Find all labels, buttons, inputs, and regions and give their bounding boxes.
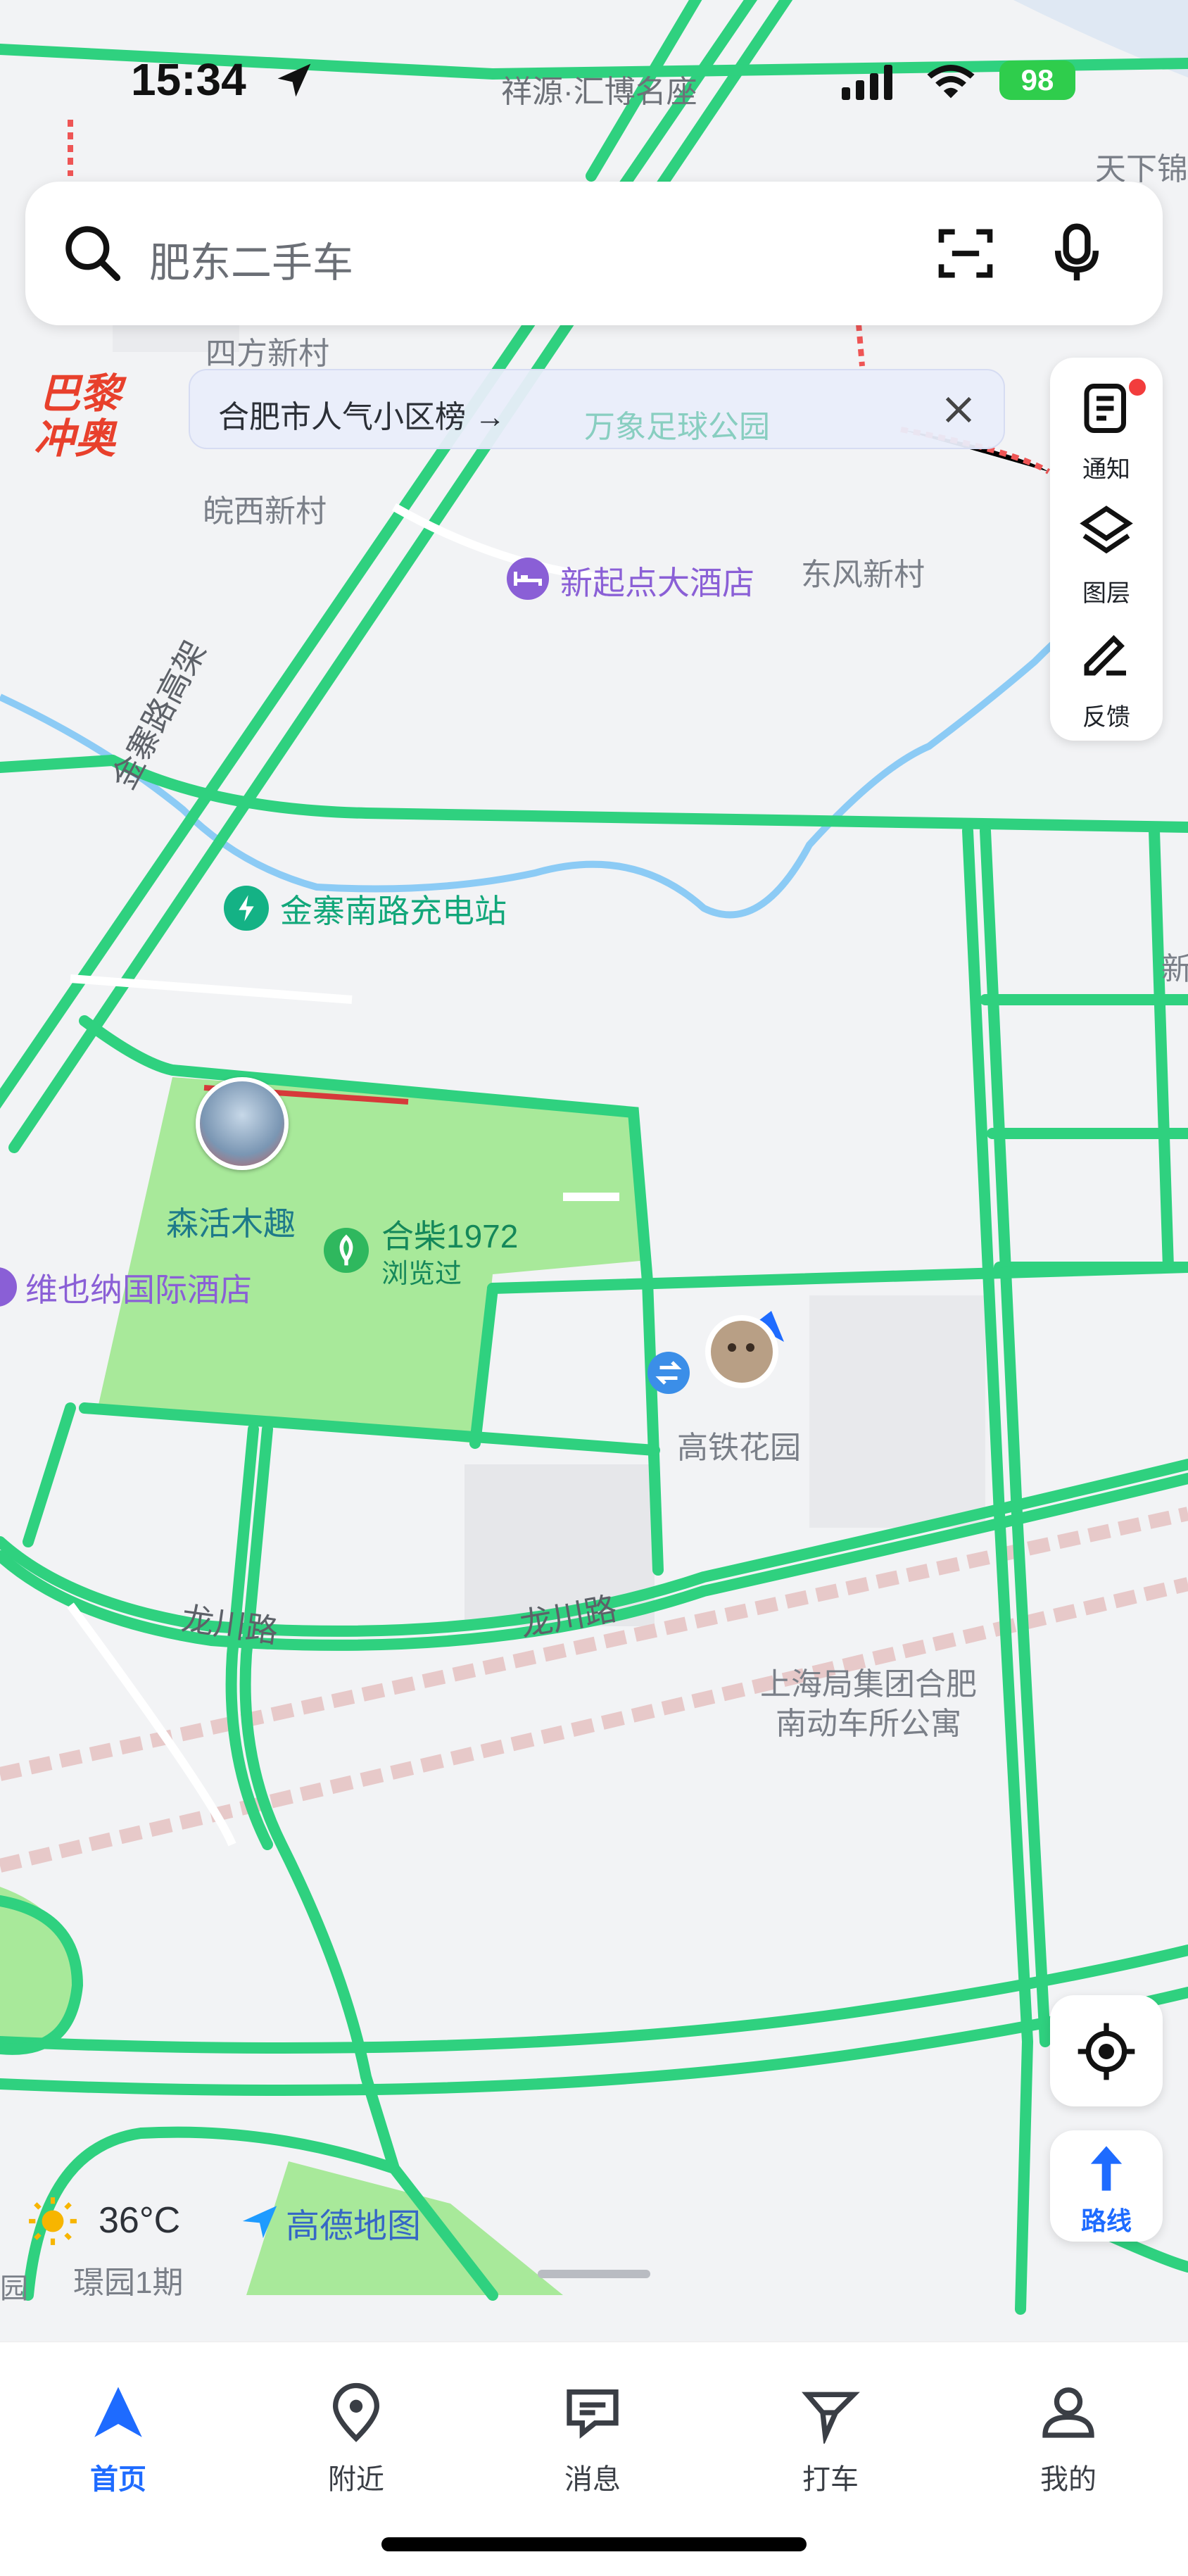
- badge-line-2: 冲奥: [34, 416, 116, 462]
- notify-label: 通知: [1082, 456, 1130, 483]
- amap-logo-icon: [239, 2201, 280, 2245]
- user-icon: [1037, 2380, 1099, 2447]
- close-icon[interactable]: [939, 390, 978, 433]
- tab-messages[interactable]: 消息: [522, 2363, 663, 2504]
- edit-icon: [1077, 624, 1136, 686]
- tab-label: 消息: [564, 2464, 621, 2495]
- photo-marker-senhuo[interactable]: [196, 1077, 289, 1170]
- poi-label: 维也纳国际酒店: [25, 1271, 252, 1308]
- search-input[interactable]: 肥东二手车: [149, 230, 353, 289]
- message-icon: [562, 2382, 624, 2447]
- tab-mine[interactable]: 我的: [998, 2363, 1139, 2504]
- search-bar[interactable]: 肥东二手车: [25, 182, 1163, 325]
- location-arrow-icon: [274, 61, 314, 103]
- map-label-wanxi[interactable]: 皖西新村: [203, 486, 327, 531]
- route-button[interactable]: 路线: [1050, 2130, 1163, 2242]
- feedback-button[interactable]: 反馈: [1050, 620, 1163, 741]
- notification-dot: [1129, 379, 1146, 396]
- layers-label: 图层: [1082, 580, 1130, 607]
- sheet-handle[interactable]: [538, 2270, 650, 2278]
- feedback-label: 反馈: [1082, 704, 1130, 731]
- banner-behind-label: 万象足球公园: [584, 410, 770, 444]
- layers-icon: [1075, 501, 1137, 564]
- weather-temp[interactable]: 36°C: [99, 2199, 180, 2242]
- map-label-top-place: 祥源·汇博名座: [501, 75, 697, 109]
- tab-label: 附近: [328, 2464, 384, 2495]
- home-indicator[interactable]: [381, 2537, 807, 2551]
- hotel-icon: [507, 558, 549, 600]
- search-icon: [61, 221, 125, 289]
- tab-home[interactable]: 首页: [48, 2363, 189, 2504]
- map-side-panel: 通知 图层 反馈: [1050, 358, 1163, 741]
- map-label-xin-edge[interactable]: 新: [1161, 943, 1188, 988]
- signal-icon: [842, 65, 898, 103]
- poi-label: 合柴1972: [381, 1218, 519, 1255]
- sun-icon: [27, 2195, 79, 2251]
- poi-label: 新起点大酒店: [560, 565, 754, 601]
- transfer-icon[interactable]: [647, 1352, 690, 1394]
- poi-sublabel: 浏览过: [381, 1259, 462, 1289]
- map-label-shanghai-ju[interactable]: 上海局集团合肥: [760, 1659, 977, 1704]
- tab-label: 我的: [1040, 2464, 1097, 2495]
- microphone-icon[interactable]: [1044, 220, 1109, 291]
- map-label-shanghai-ju-2[interactable]: 南动车所公寓: [776, 1698, 961, 1743]
- banner-text[interactable]: 合肥市人气小区榜 →: [218, 391, 505, 436]
- locate-button[interactable]: [1050, 1995, 1163, 2106]
- park-icon: [324, 1228, 369, 1273]
- battery-level: 98: [1020, 63, 1054, 96]
- tab-nearby[interactable]: 附近: [286, 2363, 426, 2504]
- map-label-senhuo[interactable]: 森活木趣: [166, 1198, 296, 1245]
- battery-icon: 98: [999, 61, 1075, 100]
- status-time: 15:34: [131, 54, 246, 105]
- navigation-arrow-icon: [87, 2382, 150, 2449]
- charging-icon: [224, 886, 269, 931]
- poi-label: 金寨南路充电站: [280, 893, 507, 929]
- map-label-dongfeng[interactable]: 东风新村: [801, 549, 925, 594]
- ranking-banner[interactable]: 合肥市人气小区榜 → 万象足球公园: [189, 369, 1005, 449]
- map-label-sifang[interactable]: 四方新村: [206, 328, 329, 373]
- my-location-avatar[interactable]: [704, 1309, 785, 1391]
- tab-taxi[interactable]: 打车: [760, 2363, 901, 2504]
- notify-button[interactable]: 通知: [1050, 372, 1163, 493]
- route-arrow-icon: [1080, 2142, 1133, 2199]
- location-pin-icon: [325, 2380, 387, 2449]
- scan-icon[interactable]: [933, 221, 998, 289]
- tab-label: 打车: [802, 2464, 859, 2495]
- map-label-jingyuan[interactable]: 璟园1期: [73, 2257, 183, 2302]
- map-label-gaotie[interactable]: 高铁花园: [677, 1422, 801, 1467]
- paris-olympics-badge[interactable]: 巴黎 冲奥: [32, 360, 138, 462]
- status-bar: 15:34 祥源·汇博名座 98: [0, 0, 1188, 162]
- brand-label: 高德地图: [286, 2208, 422, 2245]
- map-label-yuan-edge[interactable]: 园: [0, 2266, 28, 2306]
- layers-button[interactable]: 图层: [1050, 496, 1163, 617]
- wifi-icon: [926, 62, 975, 105]
- taxi-flag-icon: [800, 2382, 861, 2447]
- route-label: 路线: [1080, 2206, 1132, 2235]
- tab-label: 首页: [90, 2464, 146, 2495]
- crosshair-icon: [1075, 2021, 1137, 2086]
- notice-icon: [1077, 379, 1136, 441]
